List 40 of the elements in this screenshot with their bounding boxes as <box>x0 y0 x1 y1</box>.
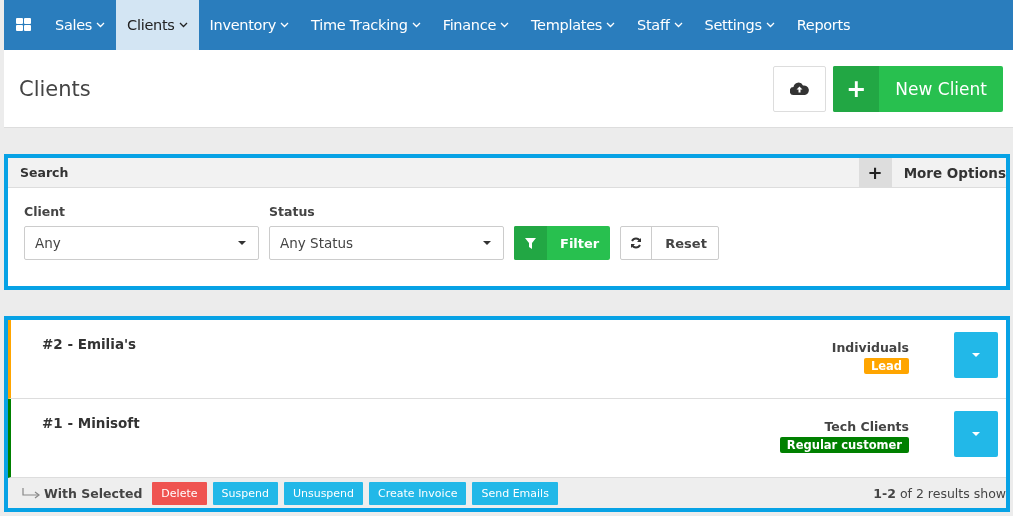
client-row[interactable]: #2 - Emilia's Individuals Lead <box>8 320 1006 399</box>
field-label: Client <box>24 204 67 219</box>
bulk-action-button[interactable]: Send Emails <box>472 481 558 505</box>
bulk-action-button[interactable]: Unsuspend <box>283 481 364 505</box>
panel-title: Search <box>19 165 70 180</box>
select-field[interactable]: Any Status <box>269 226 504 260</box>
client-name: #1 - Minisoft <box>41 414 141 433</box>
refresh-icon <box>630 237 643 249</box>
nav-tab[interactable]: Settings <box>693 0 786 50</box>
nav-tab[interactable]: Finance <box>431 0 521 50</box>
corner-arrow-icon <box>22 487 40 499</box>
client-group: Tech Clients <box>824 419 909 434</box>
bulk-action-button[interactable]: Delete <box>152 481 207 505</box>
nav-tab[interactable]: Inventory <box>198 0 301 50</box>
reset-button[interactable]: Reset <box>620 226 719 260</box>
nav-tab[interactable]: Sales <box>44 0 117 50</box>
client-group: Individuals <box>831 340 909 355</box>
page-title: Clients <box>19 76 92 101</box>
nav-tab[interactable]: Reports <box>785 0 862 50</box>
new-client-button[interactable]: + New Client <box>833 65 1003 112</box>
grid-icon[interactable] <box>16 18 32 32</box>
client-name: #2 - Emilia's <box>41 335 138 354</box>
nav-tab[interactable]: Time Tracking <box>300 0 432 50</box>
expand-button[interactable]: + <box>858 158 892 187</box>
status-tag: Lead <box>863 358 909 374</box>
more-options-link[interactable]: More Options <box>891 164 1006 181</box>
filter-button[interactable]: Filter <box>514 226 611 260</box>
upload-button[interactable] <box>773 65 827 112</box>
bulk-label: With Selected <box>44 485 143 501</box>
select-field[interactable]: Any <box>24 226 259 260</box>
bulk-action-button[interactable]: Suspend <box>212 481 278 505</box>
results-count: 1-2 of 2 results show <box>873 485 1006 501</box>
bulk-action-button[interactable]: Create Invoice <box>369 481 467 505</box>
funnel-icon <box>525 237 536 249</box>
cloud-upload-icon <box>790 82 810 95</box>
status-tag: Regular customer <box>779 437 909 453</box>
nav-tab[interactable]: Templates <box>520 0 627 50</box>
nav-tab[interactable]: Staff <box>626 0 694 50</box>
field-label: Status <box>269 204 316 219</box>
nav-tab[interactable]: Clients <box>116 0 199 50</box>
